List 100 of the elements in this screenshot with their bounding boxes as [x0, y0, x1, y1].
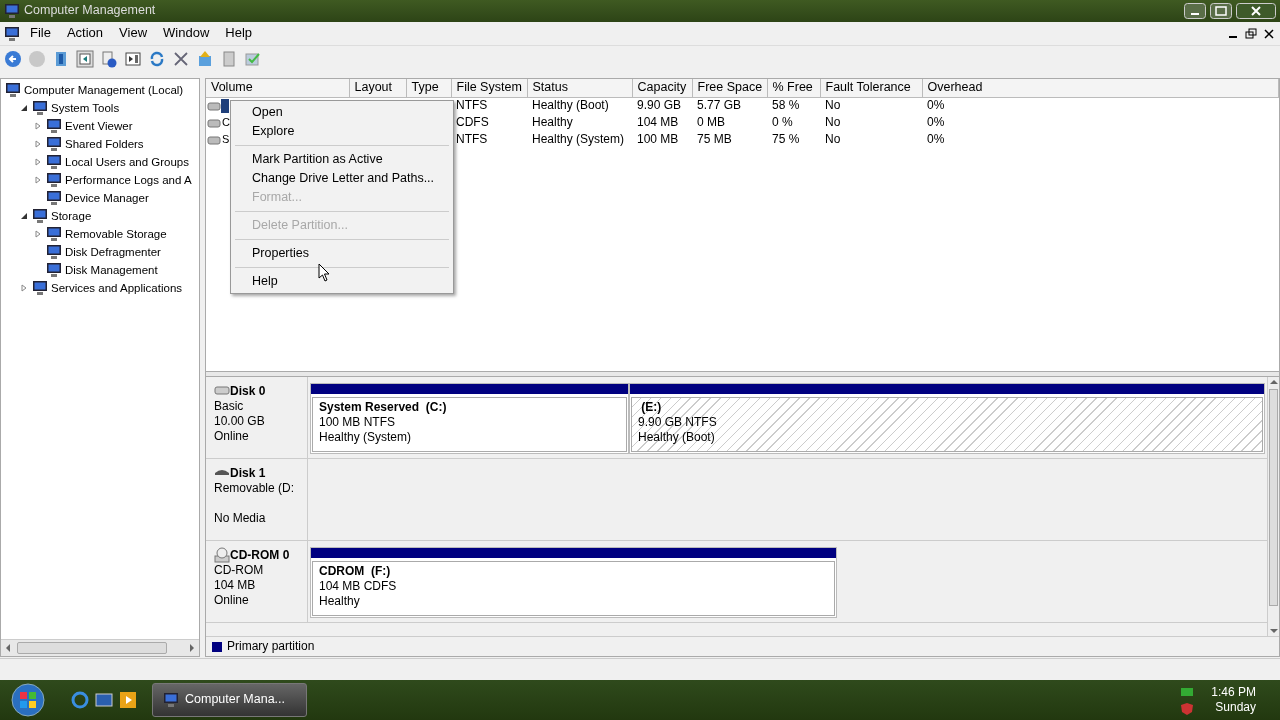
tree-item[interactable]: Local Users and Groups [65, 154, 189, 170]
column-header[interactable]: Overhead [922, 79, 1279, 98]
column-header[interactable]: File System [451, 79, 527, 98]
cd-drive-icon [214, 547, 230, 563]
partition[interactable]: (E:) 9.90 GB NTFS Healthy (Boot) [629, 383, 1265, 454]
monitor-icon [46, 244, 62, 260]
tree-item[interactable]: Services and Applications [51, 280, 183, 296]
column-header[interactable]: Status [527, 79, 632, 98]
scrollbar-thumb[interactable] [1269, 389, 1278, 606]
tree-item[interactable]: Storage [51, 208, 92, 224]
expand-icon[interactable] [34, 158, 42, 166]
up-icon[interactable] [196, 50, 214, 68]
menu-item[interactable]: File [22, 23, 59, 44]
tree-item[interactable]: System Tools [51, 100, 120, 116]
cursor-icon [318, 263, 330, 282]
expand-icon[interactable] [34, 230, 42, 238]
table-cell[interactable]: S [221, 132, 231, 147]
expand-icon[interactable] [34, 122, 42, 130]
collapse-icon[interactable] [20, 104, 28, 112]
expand-icon[interactable] [20, 284, 28, 292]
scrollbar-thumb[interactable] [17, 642, 167, 654]
close-icon[interactable] [1236, 3, 1276, 19]
menu-item[interactable]: Change Drive Letter and Paths... [233, 169, 451, 188]
table-cell: 104 MB [637, 115, 679, 130]
down-arrow-icon[interactable] [1268, 626, 1279, 636]
disk-info: Removable (D: [214, 481, 296, 496]
tree-item[interactable]: Computer Management (Local) [24, 82, 184, 98]
tree-item[interactable]: Event Viewer [65, 118, 133, 134]
table-cell: NTFS [456, 132, 488, 147]
tree-item[interactable]: Device Manager [65, 190, 149, 206]
table-cell[interactable]: C [221, 115, 231, 130]
collapse-icon[interactable] [20, 212, 28, 220]
up-arrow-icon[interactable] [1268, 377, 1279, 387]
column-header[interactable]: Free Space [692, 79, 767, 98]
menu-item[interactable]: Explore [233, 122, 451, 141]
menu-item[interactable]: Help [233, 272, 451, 291]
disk-info: CD-ROM [214, 563, 265, 578]
table-cell: NTFS [456, 98, 488, 113]
partition[interactable]: CDROM (F:) 104 MB CDFS Healthy [310, 547, 837, 618]
partition[interactable]: System Reserved (C:) 100 MB NTFS Healthy (System) [310, 383, 629, 454]
column-header[interactable]: Type [406, 79, 451, 98]
partition-status: Healthy [319, 594, 361, 609]
shield-icon[interactable] [1179, 702, 1196, 716]
monitor-icon [46, 172, 62, 188]
clock-time[interactable]: 1:46 PM [1211, 685, 1256, 700]
scissors-icon[interactable] [172, 50, 190, 68]
menu-item[interactable]: View [111, 23, 156, 44]
maximize-icon[interactable] [1210, 3, 1232, 19]
tree-item[interactable]: Disk Management [65, 262, 158, 278]
partition-label: CDROM (F:) [319, 564, 392, 579]
panel-icon[interactable] [124, 50, 142, 68]
expand-icon[interactable] [34, 140, 42, 148]
table-cell: 9.90 GB [637, 98, 682, 113]
menu-item[interactable]: Window [155, 23, 218, 44]
tree-item[interactable]: Removable Storage [65, 226, 167, 242]
menu-item[interactable]: Action [58, 23, 112, 44]
table-cell: CDFS [456, 115, 489, 130]
back-icon[interactable] [4, 50, 22, 68]
partition-label: (E:) [640, 400, 663, 415]
clock-day[interactable]: Sunday [1215, 700, 1256, 715]
table-cell: 100 MB [637, 132, 679, 147]
selection-highlight[interactable] [221, 98, 229, 113]
tree-item[interactable]: Shared Folders [65, 136, 144, 152]
disk-info: 104 MB [214, 578, 257, 593]
restore-icon[interactable] [1244, 26, 1258, 41]
table-cell: 5.77 GB [697, 98, 742, 113]
monitor-icon [46, 190, 62, 206]
disk-info: Online [214, 429, 250, 444]
media-player-icon[interactable] [118, 690, 138, 710]
desktop-icon[interactable] [94, 690, 114, 710]
taskbar-button[interactable]: Computer Mana... [152, 683, 307, 717]
refresh-icon[interactable] [148, 50, 166, 68]
menu-item[interactable]: Open [233, 103, 451, 122]
menu-item[interactable]: Mark Partition as Active [233, 150, 451, 169]
column-header[interactable]: % Free [767, 79, 820, 98]
panel-icon[interactable] [76, 50, 94, 68]
browser-icon[interactable] [70, 690, 90, 710]
menu-item[interactable]: Help [217, 23, 261, 44]
start-button[interactable] [8, 680, 48, 720]
column-header[interactable]: Fault Tolerance [820, 79, 922, 98]
tree-item[interactable]: Performance Logs and A [65, 172, 192, 188]
monitor-icon [5, 82, 21, 98]
table-cell: 75 % [772, 132, 800, 147]
partition-detail: 100 MB NTFS [319, 415, 397, 430]
drive-icon [207, 116, 221, 129]
table-cell: 0% [927, 115, 945, 130]
expand-icon[interactable] [34, 176, 42, 184]
table-cell: Healthy [532, 115, 573, 130]
disk-info: Online [214, 593, 250, 608]
menu-item[interactable]: Properties [233, 244, 451, 263]
tree-item[interactable]: Disk Defragmenter [65, 244, 161, 260]
column-header[interactable]: Volume [206, 79, 349, 98]
table-cell: 0 MB [697, 115, 725, 130]
drive-icon [207, 99, 221, 112]
check-icon[interactable] [244, 50, 262, 68]
partition-status: Healthy (System) [319, 430, 413, 445]
column-header[interactable]: Capacity [632, 79, 692, 98]
close-icon[interactable] [1262, 26, 1276, 41]
column-header[interactable]: Layout [349, 79, 406, 98]
disk-name: Disk 0 [230, 383, 266, 399]
